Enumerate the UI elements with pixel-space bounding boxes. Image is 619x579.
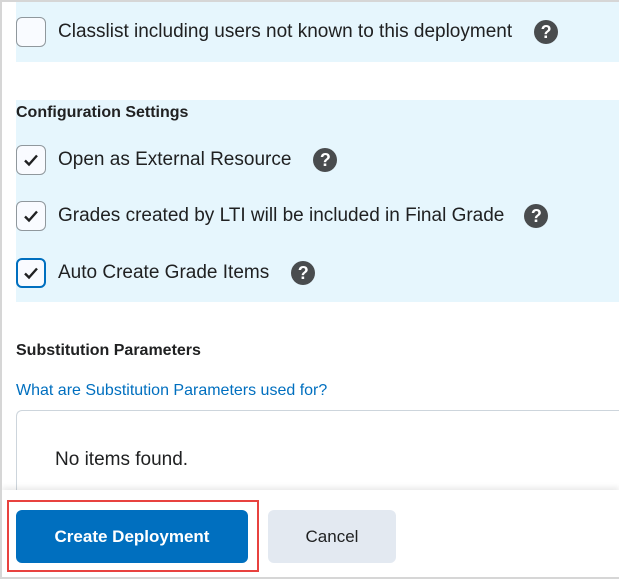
classlist-checkbox[interactable] xyxy=(16,17,46,47)
create-deployment-button[interactable]: Create Deployment xyxy=(16,510,248,563)
config-label: Open as External Resource xyxy=(58,149,292,170)
classlist-panel: Classlist including users not known to t… xyxy=(16,2,619,62)
classlist-label: Classlist including users not known to t… xyxy=(58,21,513,42)
help-icon[interactable]: ? xyxy=(524,204,549,228)
open-external-checkbox[interactable] xyxy=(16,145,46,175)
empty-message: No items found. xyxy=(55,449,189,470)
config-label: Auto Create Grade Items xyxy=(58,262,270,283)
classlist-option: Classlist including users not known to t… xyxy=(16,17,559,47)
auto-create-grade-checkbox[interactable] xyxy=(16,258,46,288)
config-option: Auto Create Grade Items ? xyxy=(16,258,316,288)
configuration-title: Configuration Settings xyxy=(16,104,189,121)
help-icon[interactable]: ? xyxy=(313,148,338,172)
config-option: Grades created by LTI will be included i… xyxy=(16,201,549,231)
grades-final-checkbox[interactable] xyxy=(16,201,46,231)
checkmark-icon xyxy=(24,154,38,167)
substitution-help-link[interactable]: What are Substitution Parameters used fo… xyxy=(16,382,327,400)
substitution-title: Substitution Parameters xyxy=(16,342,201,359)
configuration-panel: Configuration Settings Open as External … xyxy=(16,100,619,302)
dialog-content: Classlist including users not known to t… xyxy=(0,0,619,579)
checkmark-icon xyxy=(24,210,38,223)
help-icon[interactable]: ? xyxy=(291,261,316,285)
config-label: Grades created by LTI will be included i… xyxy=(58,205,505,226)
checkmark-icon xyxy=(24,267,38,280)
cancel-button[interactable]: Cancel xyxy=(268,510,396,563)
help-icon[interactable]: ? xyxy=(534,20,559,44)
config-option: Open as External Resource ? xyxy=(16,145,338,175)
